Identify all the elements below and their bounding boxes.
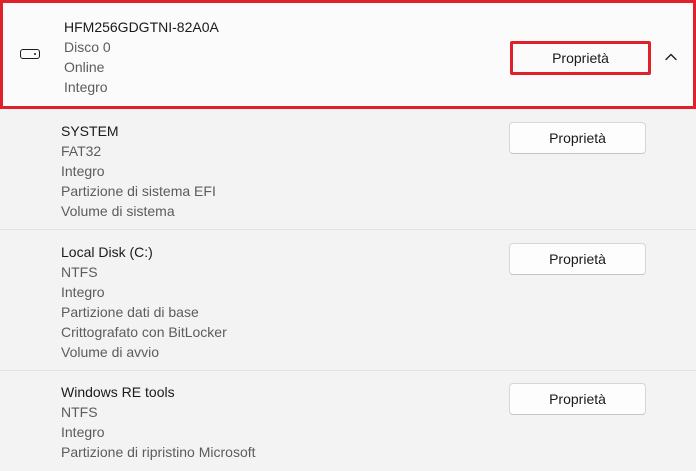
disk-volumes-panel: HFM256GDGTNI-82A0A Disco 0 Online Integr… [0,0,696,471]
partition-c-properties-button[interactable]: Proprietà [509,243,646,275]
chevron-up-icon[interactable] [664,52,678,62]
disk-health: Integro [64,79,108,95]
partition-filesystem: NTFS [61,404,98,420]
partition-encryption: Crittografato con BitLocker [61,324,227,340]
partition-system: SYSTEM FAT32 Integro Partizione di siste… [0,109,696,229]
partition-health: Integro [61,424,105,440]
partition-filesystem: FAT32 [61,143,102,159]
partition-re-properties-button[interactable]: Proprietà [509,383,646,415]
disk-header: HFM256GDGTNI-82A0A Disco 0 Online Integr… [0,0,696,109]
disk-status: Online [64,59,105,75]
partition-type: Partizione di ripristino Microsoft [61,444,256,460]
partition-windows-re-tools: Windows RE tools NTFS Integro Partizione… [0,371,696,471]
partition-role: Volume di avvio [61,344,160,360]
partition-name: SYSTEM [61,123,119,139]
disk-name: HFM256GDGTNI-82A0A [64,19,219,35]
partition-health: Integro [61,163,105,179]
partition-local-disk-c: Local Disk (C:) NTFS Integro Partizione … [0,230,696,370]
partition-system-properties-button[interactable]: Proprietà [509,122,646,154]
partition-type: Partizione di sistema EFI [61,183,216,199]
partition-role: Volume di sistema [61,203,175,219]
partition-info: Windows RE tools NTFS Integro Partizione… [61,382,256,462]
partition-type: Partizione dati di base [61,304,199,320]
partition-health: Integro [61,284,105,300]
disk-info: HFM256GDGTNI-82A0A Disco 0 Online Integr… [64,17,219,97]
disk-properties-button[interactable]: Proprietà [510,41,651,75]
partition-filesystem: NTFS [61,264,98,280]
partition-info: Local Disk (C:) NTFS Integro Partizione … [61,242,227,362]
partition-info: SYSTEM FAT32 Integro Partizione di siste… [61,121,216,221]
disk-number: Disco 0 [64,39,111,55]
partition-name: Local Disk (C:) [61,244,153,260]
partition-name: Windows RE tools [61,384,175,400]
drive-icon [20,49,40,59]
